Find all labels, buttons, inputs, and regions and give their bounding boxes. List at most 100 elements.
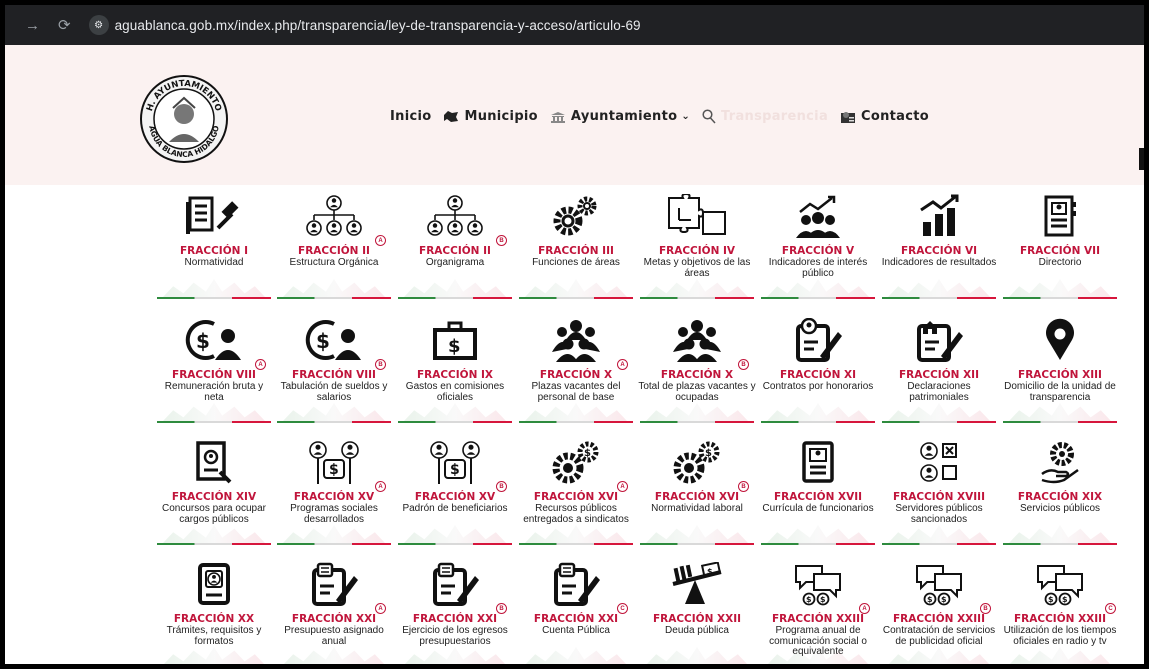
fraction-tile[interactable]: $ B FRACCIÓN VIII Tabulación de sueldos y s… xyxy=(275,311,393,429)
tile-underline xyxy=(277,543,391,545)
fraction-tile[interactable]: FRACCIÓN VII Directorio xyxy=(1001,187,1119,305)
decorative-watermark xyxy=(888,279,990,297)
fraction-title: FRACCIÓN III xyxy=(538,245,614,257)
fraction-tile[interactable]: FRACCIÓN XII Declaraciones patrimoniales xyxy=(880,311,998,429)
service-hand-icon xyxy=(1001,439,1119,485)
document-search-icon xyxy=(155,439,273,485)
fraction-tile[interactable]: FRACCIÓN XIX Servicios públicos xyxy=(1001,433,1119,551)
decorative-watermark xyxy=(163,279,265,297)
fraction-description: Total de plazas vacantes y ocupadas xyxy=(638,381,756,403)
scroll-handle[interactable] xyxy=(1139,148,1144,170)
fraction-description: Recursos públicos entregados a sindicato… xyxy=(523,503,629,525)
contact-book-icon xyxy=(1001,193,1119,239)
menu-item-transparencia[interactable]: Transparencia xyxy=(702,109,828,124)
decorative-watermark xyxy=(283,647,385,664)
menu-item-municipio[interactable]: Municipio xyxy=(443,109,538,124)
fraction-description: Contratos por honorarios xyxy=(762,381,874,392)
main-menu: Inicio Municipio Ayuntamiento ⌄ Transpar… xyxy=(390,109,941,124)
decorative-watermark xyxy=(163,403,265,421)
fraction-title: FRACCIÓN IX xyxy=(416,369,494,381)
fraction-title: FRACCIÓN XIII xyxy=(1018,369,1102,381)
fraction-tile[interactable]: $ $ C FRACCIÓN XXIII Utilización de los tiem… xyxy=(1001,555,1119,664)
svg-text:$: $ xyxy=(806,595,812,604)
fraction-description: Tabulación de sueldos y salarios xyxy=(280,381,388,403)
tile-underline xyxy=(882,665,996,667)
fraction-tile[interactable]: $ A FRACCIÓN XV Programas sociales desarrol… xyxy=(275,433,393,551)
fraction-tile[interactable]: A FRACCIÓN XXI Presupuesto asignado anual xyxy=(275,555,393,664)
map-icon xyxy=(443,110,459,123)
fraction-tile[interactable]: FRACCIÓN VI Indicadores de resultados xyxy=(880,187,998,305)
fraction-tile[interactable]: FRACCIÓN V Indicadores de interés público xyxy=(759,187,877,305)
tile-underline xyxy=(640,421,754,423)
fraction-tile[interactable]: $ FRACCIÓN XXII Deuda pública xyxy=(638,555,756,667)
site-settings-icon[interactable]: ⚙ xyxy=(88,15,109,35)
fraction-tile[interactable]: $ FRACCIÓN IX Gastos en comisiones oficial… xyxy=(396,311,514,429)
fraction-tile[interactable]: B FRACCIÓN X Total de plazas vacantes y oc… xyxy=(638,311,756,429)
tile-underline xyxy=(882,297,996,299)
fraction-tile[interactable]: B FRACCIÓN XXI Ejercicio de los egresos pr… xyxy=(396,555,514,664)
fraction-description: Funciones de áreas xyxy=(532,257,620,268)
org-structure-icon xyxy=(275,193,393,239)
fraction-tile[interactable]: $ A FRACCIÓN VIII Remuneración bruta y neta xyxy=(155,311,273,429)
fraction-tile[interactable]: $ $ A FRACCIÓN XXIII Programa anual de comun… xyxy=(759,555,877,664)
fraction-tile[interactable]: FRACCIÓN XX Trámites, requisitos y format… xyxy=(155,555,273,664)
fraction-tile[interactable]: C FRACCIÓN XXI Cuenta Pública xyxy=(517,555,635,664)
fraction-tile[interactable]: FRACCIÓN III Funciones de áreas xyxy=(517,187,635,305)
menu-item-inicio[interactable]: Inicio xyxy=(390,109,431,124)
fraction-title: FRACCIÓN XII xyxy=(899,369,979,381)
back-arrow-icon[interactable]: → xyxy=(25,17,40,34)
fraction-tile[interactable]: A FRACCIÓN II Estructura Orgánica xyxy=(275,187,393,305)
municipal-seal-logo[interactable]: H. AYUNTAMIENTO AGUA BLANCA HIDALGO xyxy=(139,74,229,164)
fraction-tile[interactable]: FRACCIÓN XI Contratos por honorarios xyxy=(759,311,877,429)
fraction-row: $ A FRACCIÓN VIII Remuneración bruta y neta… xyxy=(155,311,1125,431)
fraction-row: FRACCIÓN I Normatividad A FRACCIÓN II Estruc… xyxy=(155,187,1125,307)
fraction-description: Programa anual de comunicación social o … xyxy=(769,625,867,657)
fraction-tile[interactable]: FRACCIÓN XVIII Servidores públicos sancio… xyxy=(880,433,998,551)
tile-underline xyxy=(277,297,391,299)
fraction-row: FRACCIÓN XX Trámites, requisitos y format… xyxy=(155,555,1125,667)
fraction-title: FRACCIÓN VII xyxy=(1019,245,1100,257)
budget-edit-icon xyxy=(275,561,393,607)
fraction-title: FRACCIÓN XV xyxy=(293,491,375,503)
fraction-tile[interactable]: $ B FRACCIÓN XV Padrón de beneficiarios xyxy=(396,433,514,551)
building-icon xyxy=(550,111,566,123)
fraction-tile[interactable]: FRACCIÓN XIV Concursos para ocupar cargos… xyxy=(155,433,273,551)
svg-text:$: $ xyxy=(329,462,339,478)
svg-text:$: $ xyxy=(820,595,826,604)
fraction-tile[interactable]: $ B FRACCIÓN XVI Normatividad laboral xyxy=(638,433,756,551)
tile-underline xyxy=(519,297,633,299)
tile-underline xyxy=(640,665,754,667)
svg-text:$: $ xyxy=(450,462,460,478)
address-bar[interactable]: aguablanca.gob.mx/index.php/transparenci… xyxy=(115,18,641,33)
fraction-tile[interactable]: FRACCIÓN XVII Currícula de funcionarios xyxy=(759,433,877,551)
fraction-tile[interactable]: $ $ B FRACCIÓN XXIII Contratación de servici… xyxy=(880,555,998,667)
decorative-watermark xyxy=(163,647,265,664)
fraction-tile[interactable]: FRACCIÓN I Normatividad xyxy=(155,187,273,305)
tile-underline xyxy=(882,421,996,423)
browser-toolbar: → ⟳ ⚙ aguablanca.gob.mx/index.php/transp… xyxy=(5,5,1144,45)
menu-item-contacto[interactable]: Contacto xyxy=(840,109,929,124)
decorative-watermark xyxy=(404,647,506,664)
tile-underline xyxy=(882,543,996,545)
decorative-watermark xyxy=(525,525,627,543)
fraction-description: Presupuesto asignado anual xyxy=(284,625,384,647)
fraction-title: FRACCIÓN V xyxy=(781,245,855,257)
reload-icon[interactable]: ⟳ xyxy=(58,16,71,34)
fraction-tile[interactable]: FRACCIÓN XIII Domicilio de la unidad de t… xyxy=(1001,311,1119,429)
money-case-icon: $ xyxy=(396,317,514,363)
fraction-tile[interactable]: FRACCIÓN IV Metas y objetivos de las área… xyxy=(638,187,756,305)
money-gears-icon: $ xyxy=(638,439,756,485)
fraction-tile[interactable]: A FRACCIÓN X Plazas vacantes del personal … xyxy=(517,311,635,429)
fraction-description: Gastos en comisiones oficiales xyxy=(405,381,505,403)
fraction-title: FRACCIÓN XIX xyxy=(1017,491,1103,503)
fraction-tile[interactable]: B FRACCIÓN II Organigrama xyxy=(396,187,514,305)
decorative-watermark xyxy=(1009,279,1111,297)
budget-edit-icon xyxy=(396,561,514,607)
menu-label-contacto: Contacto xyxy=(861,109,929,124)
tile-underline xyxy=(761,421,875,423)
fraction-description: Declaraciones patrimoniales xyxy=(907,381,971,403)
menu-item-ayuntamiento[interactable]: Ayuntamiento ⌄ xyxy=(550,109,690,124)
fraction-title: FRACCIÓN XXI xyxy=(533,613,619,625)
decorative-watermark xyxy=(1009,647,1111,664)
fraction-tile[interactable]: $ A FRACCIÓN XVI Recursos públicos entregad… xyxy=(517,433,635,551)
